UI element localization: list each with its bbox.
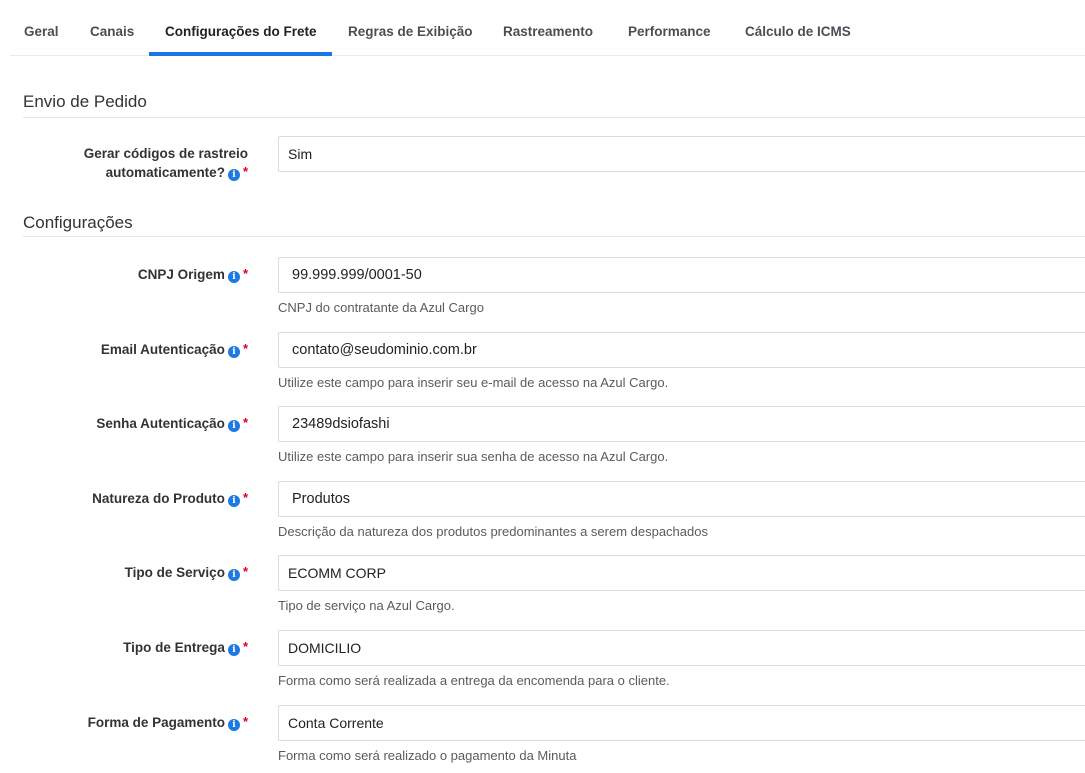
tab-rastreamento[interactable]: Rastreamento	[503, 0, 593, 56]
rastreio-select[interactable]	[278, 136, 1085, 172]
section-divider	[23, 117, 1085, 118]
field-label-text: CNPJ Origem	[137, 267, 225, 282]
field-label-email: Email Autenticação i *	[101, 340, 248, 359]
field-label-line: Gerar códigos de rastreio	[83, 146, 248, 161]
tab-calculo-icms[interactable]: Cálculo de ICMS	[745, 0, 851, 56]
section-divider	[23, 236, 1085, 237]
info-icon[interactable]: i	[227, 346, 240, 358]
info-icon[interactable]: i	[227, 169, 240, 181]
info-icon[interactable]: i	[227, 569, 240, 581]
field-label-pagamento: Forma de Pagamento i *	[88, 713, 248, 732]
entrega-hint: Forma como será realizada a entrega da e…	[278, 673, 670, 688]
field-label-natureza: Natureza do Produto i *	[92, 489, 248, 508]
field-label-text: Natureza do Produto	[92, 491, 225, 506]
active-tab-indicator	[149, 52, 332, 56]
required-marker: *	[242, 415, 248, 430]
field-label-text: Senha Autenticação	[96, 416, 225, 431]
tab-geral[interactable]: Geral	[24, 0, 59, 56]
servico-select[interactable]	[278, 555, 1085, 591]
email-hint: Utilize este campo para inserir seu e-ma…	[278, 375, 669, 390]
entrega-select[interactable]	[278, 630, 1085, 666]
required-marker: *	[242, 164, 248, 179]
senha-input[interactable]	[278, 406, 1085, 442]
tab-configuracoes-frete[interactable]: Configurações do Frete	[165, 0, 317, 56]
field-label-text: Tipo de Serviço	[124, 565, 225, 580]
required-marker: *	[242, 341, 248, 356]
tab-regras-exibicao[interactable]: Regras de Exibição	[348, 0, 473, 56]
field-label-entrega: Tipo de Entrega i *	[123, 638, 248, 657]
field-label-servico: Tipo de Serviço i *	[125, 563, 248, 582]
required-marker: *	[242, 714, 248, 729]
required-marker: *	[242, 490, 248, 505]
field-label-text: Tipo de Entrega	[123, 640, 225, 655]
field-label-cnpj: CNPJ Origem i *	[138, 265, 248, 284]
field-label-line: automaticamente?	[105, 165, 225, 180]
required-marker: *	[242, 564, 248, 579]
email-input[interactable]	[278, 332, 1085, 368]
field-label-text: Forma de Pagamento	[87, 715, 225, 730]
info-icon[interactable]: i	[227, 420, 240, 432]
info-icon[interactable]: i	[227, 644, 240, 656]
cnpj-hint: CNPJ do contratante da Azul Cargo	[278, 300, 484, 315]
section-title-envio: Envio de Pedido	[23, 92, 147, 111]
tab-canais[interactable]: Canais	[90, 0, 134, 56]
info-icon[interactable]: i	[227, 271, 240, 283]
section-title-config: Configurações	[23, 213, 133, 232]
natureza-hint: Descrição da natureza dos produtos predo…	[278, 524, 708, 539]
cnpj-input[interactable]	[278, 257, 1085, 293]
tab-performance[interactable]: Performance	[628, 0, 711, 56]
pagamento-hint: Forma como será realizado o pagamento da…	[278, 748, 577, 763]
info-icon[interactable]: i	[227, 719, 240, 731]
required-marker: *	[242, 639, 248, 654]
field-label-text: Email Autenticação	[100, 342, 225, 357]
tab-bar: Geral Canais Configurações do Frete Regr…	[10, 0, 1085, 56]
pagamento-select[interactable]	[278, 705, 1085, 741]
required-marker: *	[242, 266, 248, 281]
field-label-senha: Senha Autenticação i *	[96, 414, 248, 433]
info-icon[interactable]: i	[227, 495, 240, 507]
natureza-input[interactable]	[278, 481, 1085, 517]
servico-hint: Tipo de serviço na Azul Cargo.	[278, 598, 455, 613]
senha-hint: Utilize este campo para inserir sua senh…	[278, 449, 669, 464]
field-label-rastreio: Gerar códigos de rastreio automaticament…	[84, 145, 248, 182]
